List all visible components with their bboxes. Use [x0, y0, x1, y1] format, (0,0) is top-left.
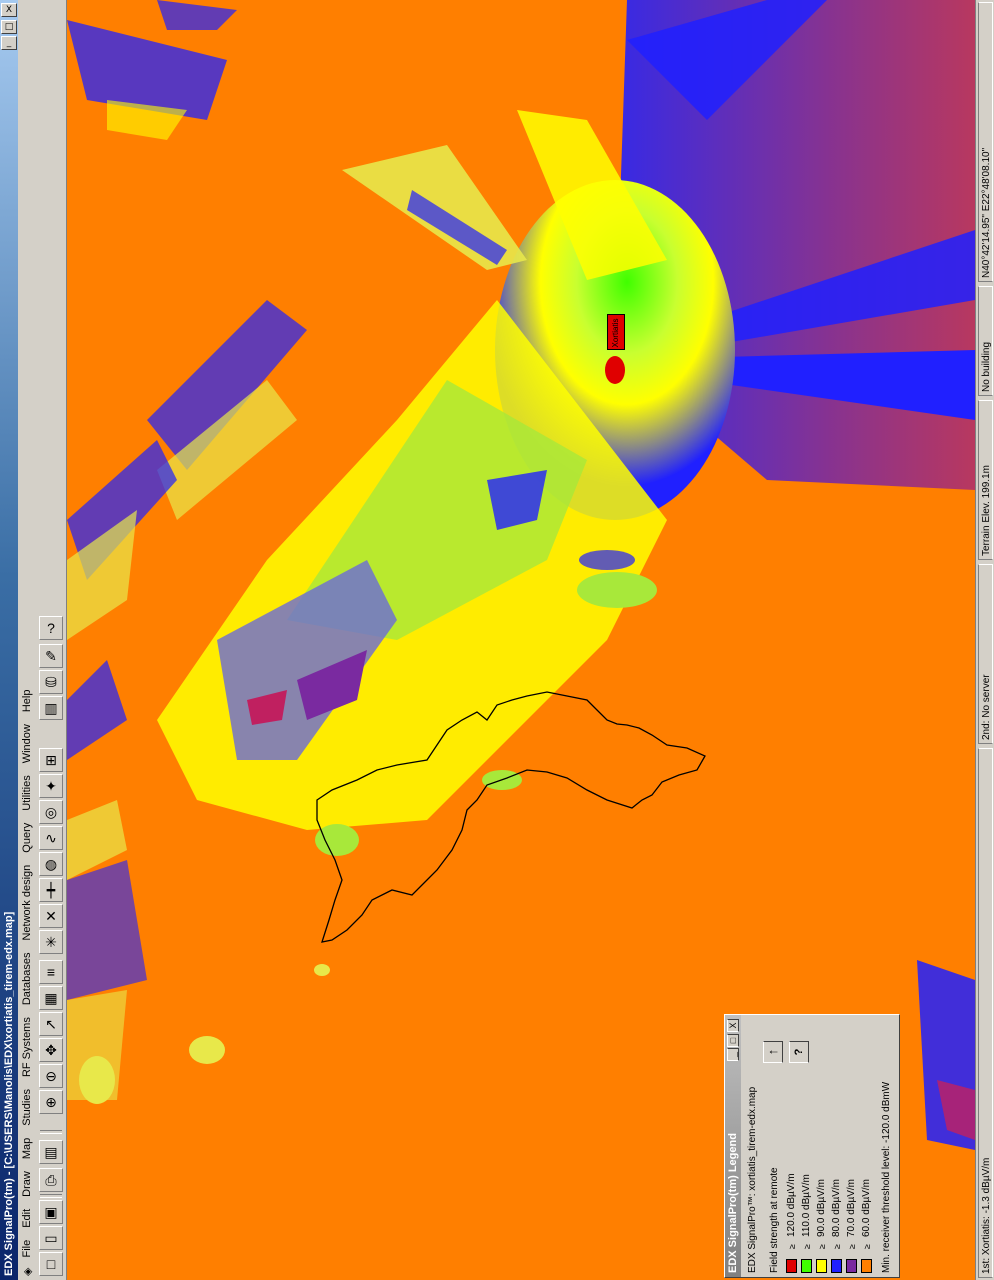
legend-swatch-purple: [846, 1259, 857, 1273]
legend-swatch-yellow: [816, 1259, 827, 1273]
layers2-icon[interactable]: ≡: [39, 960, 63, 984]
target-icon[interactable]: ◎: [39, 800, 63, 824]
status-second-server: 2nd: No server: [978, 564, 993, 744]
chart-icon[interactable]: ▥: [39, 696, 63, 720]
window-title: EDX SignalPro(tm) - [C:\USERS\Manolis\ED…: [3, 911, 15, 1276]
legend-entry: ≥80.0 dBµV/m: [830, 1179, 843, 1273]
select-icon[interactable]: ↖: [39, 1012, 63, 1036]
status-terrain-elevation: Terrain Elev. 199.1m: [978, 400, 993, 560]
status-bar: 1st: Xortiatis: -1.3 dBµV/m 2nd: No serv…: [975, 0, 994, 1280]
status-building: No building: [978, 286, 993, 396]
legend-footer: Min. receiver threshold level: -120.0 dB…: [881, 1081, 892, 1273]
paint-icon[interactable]: ✎: [39, 644, 63, 668]
network-icon[interactable]: ✦: [39, 774, 63, 798]
database-icon[interactable]: ⛁: [39, 670, 63, 694]
legend-entry: ≥120.0 dBµV/m: [785, 1173, 798, 1273]
globe-icon[interactable]: ◍: [39, 852, 63, 876]
menu-file[interactable]: File: [21, 1234, 33, 1264]
menu-map[interactable]: Map: [21, 1132, 33, 1165]
curve-icon[interactable]: ∿: [39, 826, 63, 850]
status-first-server: 1st: Xortiatis: -1.3 dBµV/m: [978, 748, 993, 1278]
legend-swatch-blue: [831, 1259, 842, 1273]
site-label[interactable]: Xortiatis: [607, 314, 625, 350]
menu-utilities[interactable]: Utilities: [21, 769, 33, 816]
legend-entry-label: 60.0 dBµV/m: [861, 1178, 872, 1237]
legend-entry: ≥110.0 dBµV/m: [800, 1174, 813, 1273]
menu-network-design[interactable]: Network design: [21, 859, 33, 947]
legend-heading: Field strength at remote: [769, 1167, 780, 1273]
status-coordinates: N40°42'14.95" E22°48'08.10": [978, 2, 993, 282]
zoom-out-icon[interactable]: ⊖: [39, 1064, 63, 1088]
menu-databases[interactable]: Databases: [21, 947, 33, 1012]
legend-entry: ≥90.0 dBµV/m: [815, 1179, 828, 1273]
cross-icon[interactable]: ✕: [39, 904, 63, 928]
help-icon[interactable]: ?: [39, 616, 63, 640]
new-icon[interactable]: □: [39, 1252, 63, 1276]
menu-bar: ◈ File Edit Draw Map Studies RF Systems …: [18, 0, 36, 1280]
legend-swatch-orange: [861, 1259, 872, 1273]
menu-edit[interactable]: Edit: [21, 1203, 33, 1234]
toolbar: □ ▭ ▣ ⎙ ▤ ⊕ ⊖ ✥ ↖ ▦ ≡ ✳ ✕ ┿ ◍ ∿ ◎ ✦ ⊞ ▥ …: [36, 0, 67, 1280]
legend-entry-label: 120.0 dBµV/m: [786, 1173, 797, 1237]
legend-maximize-icon[interactable]: □: [727, 1034, 739, 1047]
legend-entry-label: 90.0 dBµV/m: [816, 1178, 827, 1237]
legend-window[interactable]: EDX SignalPro(tm) Legend _ □ X EDX Signa…: [724, 1014, 900, 1278]
menu-draw[interactable]: Draw: [21, 1165, 33, 1203]
close-icon[interactable]: X: [1, 3, 17, 17]
ruler-icon[interactable]: ┿: [39, 878, 63, 902]
open-icon[interactable]: ▭: [39, 1226, 63, 1250]
menu-window[interactable]: Window: [21, 718, 33, 769]
menu-query[interactable]: Query: [21, 817, 33, 859]
map-icon[interactable]: ▦: [39, 986, 63, 1010]
site-label-text: Xortiatis: [611, 318, 620, 348]
legend-swatch-red: [786, 1259, 797, 1273]
save-icon[interactable]: ▣: [39, 1200, 63, 1224]
legend-entry-label: 110.0 dBµV/m: [801, 1174, 812, 1237]
layers-icon[interactable]: ▤: [39, 1140, 63, 1164]
title-bar: EDX SignalPro(tm) - [C:\USERS\Manolis\ED…: [0, 0, 18, 1280]
legend-help-button[interactable]: ?: [789, 1041, 809, 1063]
legend-file: EDX SignalPro™: xortiatis_tirem-edx.map: [747, 1086, 758, 1273]
new-service-icon[interactable]: ⊞: [39, 748, 63, 772]
pan-icon[interactable]: ✥: [39, 1038, 63, 1062]
legend-close-icon[interactable]: X: [727, 1019, 739, 1032]
legend-arrow-button[interactable]: ↑: [763, 1041, 783, 1063]
transmitter-site-marker: [605, 356, 625, 384]
star-icon[interactable]: ✳: [39, 930, 63, 954]
zoom-in-icon[interactable]: ⊕: [39, 1090, 63, 1114]
legend-minimize-icon[interactable]: _: [727, 1048, 739, 1061]
minimize-icon[interactable]: _: [1, 36, 17, 50]
print-icon[interactable]: ⎙: [39, 1168, 63, 1192]
app-menu-icon[interactable]: ◈: [21, 1264, 34, 1280]
legend-entry-label: 80.0 dBµV/m: [831, 1178, 842, 1237]
maximize-icon[interactable]: □: [1, 20, 17, 34]
menu-help[interactable]: Help: [21, 684, 33, 719]
menu-studies[interactable]: Studies: [21, 1083, 33, 1132]
menu-rf-systems[interactable]: RF Systems: [21, 1011, 33, 1083]
legend-entry-label: 70.0 dBµV/m: [846, 1178, 857, 1237]
legend-entry: ≥70.0 dBµV/m: [845, 1179, 858, 1273]
legend-entry: ≥60.0 dBµV/m: [860, 1179, 873, 1273]
legend-swatch-green: [801, 1259, 812, 1273]
